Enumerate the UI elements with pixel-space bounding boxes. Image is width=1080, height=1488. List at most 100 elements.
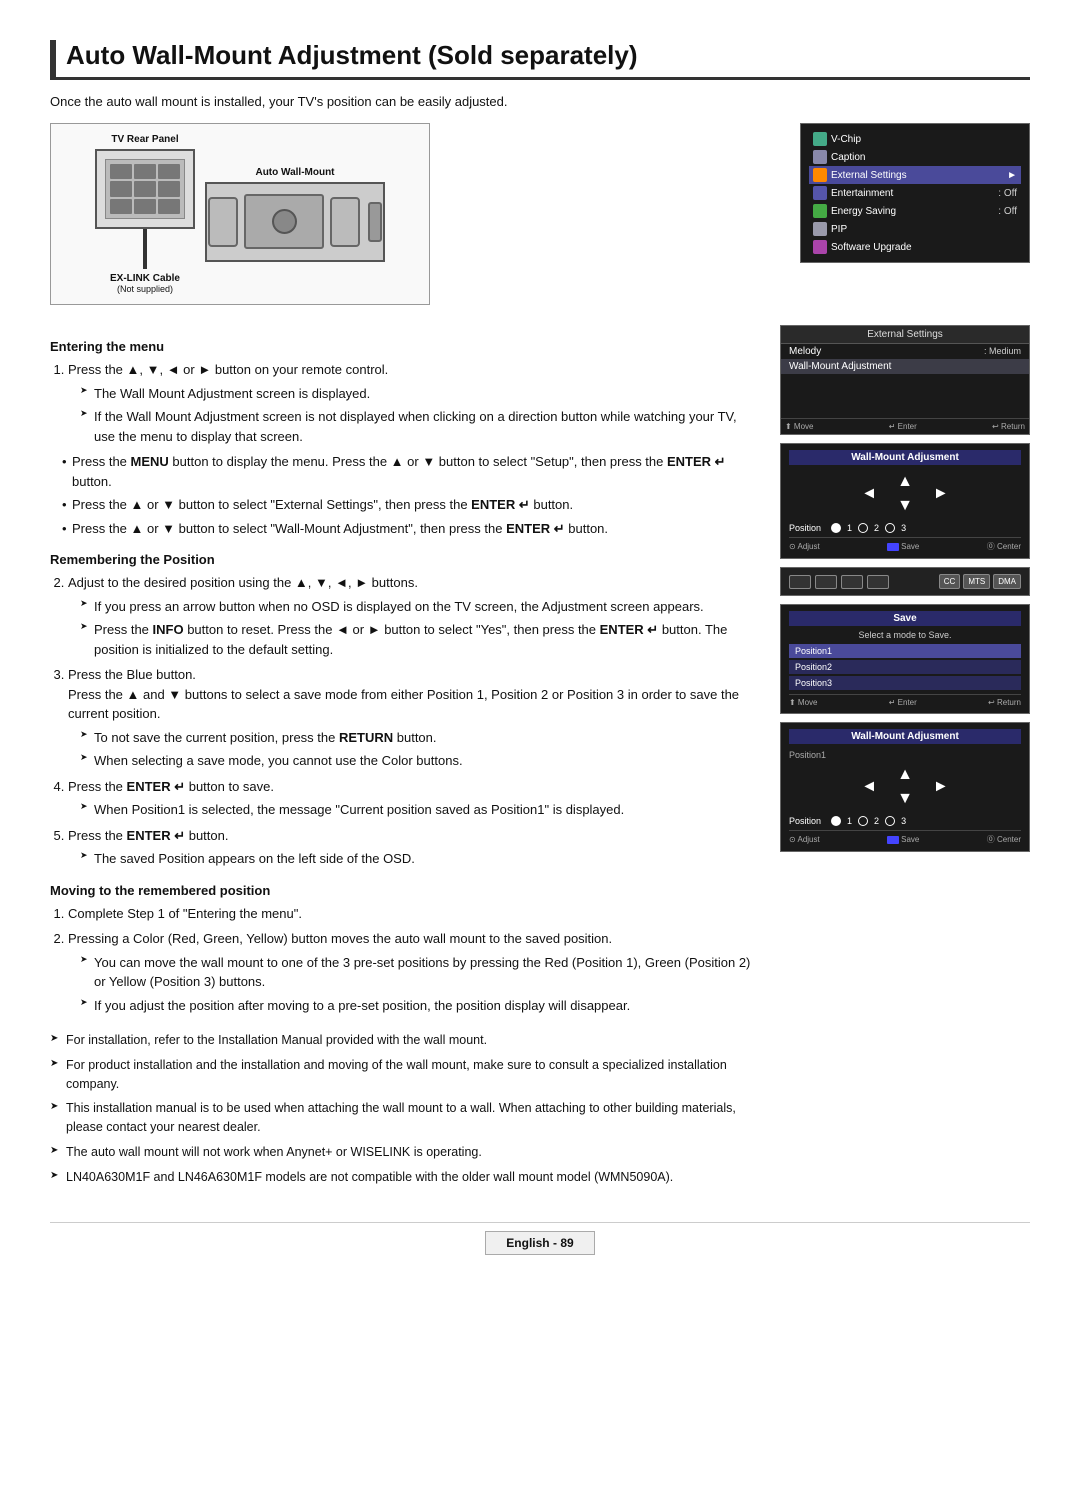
osd4-return: ↩ Return [988,698,1021,707]
diagram-box: TV Rear Panel EX-LINK Cable (Not supplie… [50,123,430,305]
osd4-pos2: Position2 [789,660,1021,674]
osd5-right-arrow: ► [933,778,949,796]
entering-step1-sub1: The Wall Mount Adjustment screen is disp… [80,384,760,404]
osd4-enter: ↵ Enter [889,698,917,707]
osd2-wma: Wall-Mount Adjustment [781,359,1029,374]
btn-dark2 [815,575,837,589]
osd3-save: Save [887,541,919,552]
remembering-step5-sub1: The saved Position appears on the left s… [80,849,760,869]
osd4-move: ⬆ Move [789,698,818,707]
mts-btn: MTS [963,574,990,589]
note-2: For product installation and the install… [50,1056,760,1094]
remembering-step5: Press the ENTER ↵ button. The saved Posi… [68,826,760,869]
remembering-step2: Adjust to the desired position using the… [68,573,760,659]
language-label: English [506,1236,549,1250]
osd4-panel: Save Select a mode to Save. Position1 Po… [780,604,1030,714]
osd2-panel: External Settings Melody : Medium Wall-M… [780,325,1030,435]
osd3-blue-btn [887,543,899,551]
osd5-adjust: ⊙ Adjust [789,834,820,845]
note-3: This installation manual is to be used w… [50,1099,760,1137]
osd2-enter: ↵ Enter [889,422,917,431]
osd3-position-row: Position 1 2 3 [789,523,1021,533]
entering-bullet2: Press the ▲ or ▼ button to select "Exter… [62,495,760,515]
tv-image [95,149,195,229]
cc-mts-dma: CC MTS DMA [939,574,1021,589]
osd4-pos1: Position1 [789,644,1021,658]
osd1-container: V-Chip Caption External Settings ► Enter… [800,123,1030,305]
osd1-pip: PIP [809,220,1021,238]
moving-step2-sub2: If you adjust the position after moving … [80,996,760,1016]
osd3-down-arrow: ▼ [897,497,913,515]
remembering-heading: Remembering the Position [50,552,760,567]
remembering-step3: Press the Blue button. Press the ▲ and ▼… [68,665,760,771]
osd3-title: Wall-Mount Adjusment [789,450,1021,465]
btn-dark1 [789,575,811,589]
cable-sublabel: (Not supplied) [117,284,173,294]
osd1-entertainment: Entertainment : Off [809,184,1021,202]
osd5-pos1-label: Position1 [789,748,1021,762]
entering-menu-list: Press the ▲, ▼, ◄ or ► button on your re… [50,360,760,446]
entering-menu-heading: Entering the menu [50,339,760,354]
osd4-subtitle: Select a mode to Save. [789,630,1021,640]
right-panels: External Settings Melody : Medium Wall-M… [780,325,1030,1192]
osd1-vchip: V-Chip [809,130,1021,148]
wm-label: Auto Wall-Mount [205,167,385,178]
notes-list: For installation, refer to the Installat… [50,1031,760,1186]
osd5-title: Wall-Mount Adjusment [789,729,1021,744]
note-1: For installation, refer to the Installat… [50,1031,760,1050]
osd5-panel: Wall-Mount Adjusment Position1 ◄ ▲ ▼ ► P… [780,722,1030,852]
note-4: The auto wall mount will not work when A… [50,1143,760,1162]
osd5-pos3 [885,816,895,826]
osd4-pos3: Position3 [789,676,1021,690]
osd1-energy: Energy Saving : Off [809,202,1021,220]
btn-dark3 [841,575,863,589]
moving-step1: Complete Step 1 of "Entering the menu". [68,904,760,924]
osd3-left-arrow: ◄ [861,485,877,503]
remembering-step3-sub2: When selecting a save mode, you cannot u… [80,751,760,771]
language-page-box: English - 89 [485,1231,594,1255]
osd2-header: External Settings [781,326,1029,344]
instructions: Entering the menu Press the ▲, ▼, ◄ or ►… [50,325,760,1192]
moving-step2: Pressing a Color (Red, Green, Yellow) bu… [68,929,760,1015]
remembering-step4-sub1: When Position1 is selected, the message … [80,800,760,820]
osd5-save: Save [887,834,919,845]
entering-step1: Press the ▲, ▼, ◄ or ► button on your re… [68,360,760,446]
osd5-down-arrow: ▼ [897,790,913,808]
osd4-title: Save [789,611,1021,626]
osd3-pos2 [858,523,868,533]
osd3-navbar: ⊙ Adjust Save ⓪ Center [789,537,1021,552]
osd3-arrows: ◄ ▲ ▼ ► [789,469,1021,519]
moving-list: Complete Step 1 of "Entering the menu". … [50,904,760,1016]
osd5-pos1 [831,816,841,826]
tv-label: TV Rear Panel [95,134,195,145]
osd3-pos-label: Position [789,523,821,533]
osd5-position-row: Position 1 2 3 [789,816,1021,826]
entering-step1-sub2: If the Wall Mount Adjustment screen is n… [80,407,760,446]
osd5-arrows: ◄ ▲ ▼ ► [789,762,1021,812]
osd3-adjust: ⊙ Adjust [789,541,820,552]
osd2-navbar: ⬆ Move ↵ Enter ↩ Return [781,418,1029,434]
page-title: Auto Wall-Mount Adjustment (Sold separat… [50,40,1030,80]
osd5-pos-label: Position [789,816,821,826]
osd5-left-arrow: ◄ [861,778,877,796]
note-5: LN40A630M1F and LN46A630M1F models are n… [50,1168,760,1187]
osd5-blue-btn [887,836,899,844]
dma-btn: DMA [993,574,1021,589]
btn-dark4 [867,575,889,589]
remembering-step2-sub2: Press the INFO button to reset. Press th… [80,620,760,659]
osd1-software: Software Upgrade [809,238,1021,256]
remembering-list: Adjust to the desired position using the… [50,573,760,869]
osd5-pos2 [858,816,868,826]
osd1-panel: V-Chip Caption External Settings ► Enter… [800,123,1030,263]
wall-mount-image [205,182,385,262]
osd2-move: ⬆ Move [785,422,814,431]
osd3-panel: Wall-Mount Adjusment ◄ ▲ ▼ ► Position 1 … [780,443,1030,559]
intro-text: Once the auto wall mount is installed, y… [50,94,1030,109]
page-number: 89 [560,1236,573,1250]
osd1-external: External Settings ► [809,166,1021,184]
osd5-up-arrow: ▲ [897,766,913,784]
osd2-return: ↩ Return [992,422,1025,431]
cable-label: EX-LINK Cable [110,273,180,284]
footer: English - 89 [50,1222,1030,1255]
remembering-step3-sub1: To not save the current position, press … [80,728,760,748]
